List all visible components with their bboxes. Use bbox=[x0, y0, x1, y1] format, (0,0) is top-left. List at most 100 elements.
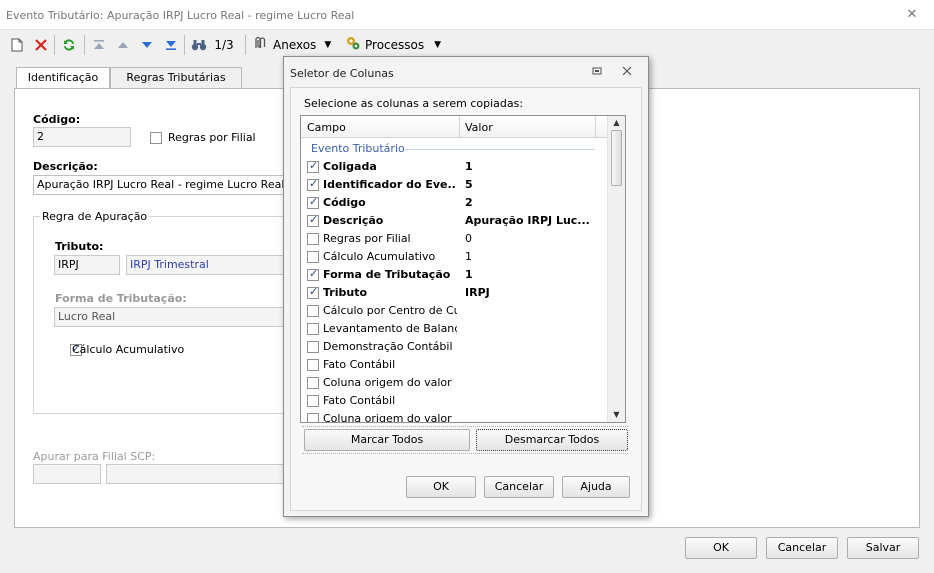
row-checkbox[interactable] bbox=[307, 413, 319, 422]
list-item[interactable]: Forma de Tributação 1 bbox=[301, 266, 607, 284]
processos-menu[interactable]: Processos ▼ bbox=[345, 35, 445, 55]
regra-apuracao-title: Regra de Apuração bbox=[40, 210, 150, 223]
row-valor: 1 bbox=[465, 268, 473, 281]
list-item[interactable]: Coligada 1 bbox=[301, 158, 607, 176]
row-checkbox[interactable] bbox=[307, 323, 319, 335]
dialog-title: Seletor de Colunas bbox=[290, 67, 394, 80]
list-item[interactable]: Cálculo por Centro de Custo bbox=[301, 302, 607, 320]
toolbar-separator bbox=[54, 35, 55, 55]
row-checkbox[interactable] bbox=[307, 341, 319, 353]
row-campo: Fato Contábil bbox=[323, 394, 396, 407]
descricao-field[interactable]: Apuração IRPJ Lucro Real - regime Lucro … bbox=[33, 175, 285, 195]
list-item[interactable]: Tributo IRPJ bbox=[301, 284, 607, 302]
next-record-icon[interactable] bbox=[137, 35, 157, 55]
tab-regras-tributarias[interactable]: Regras Tributárias bbox=[110, 67, 242, 89]
window-close-icon[interactable]: ✕ bbox=[904, 7, 920, 23]
row-checkbox[interactable] bbox=[307, 359, 319, 371]
row-valor: 1 bbox=[465, 160, 473, 173]
list-item[interactable]: Regras por Filial 0 bbox=[301, 230, 607, 248]
ok-button[interactable]: OK bbox=[685, 537, 757, 559]
last-record-icon[interactable] bbox=[161, 35, 181, 55]
scroll-up-icon[interactable]: ▲ bbox=[608, 116, 625, 130]
calculo-acumulativo-label: Cálculo Acumulativo bbox=[72, 343, 185, 356]
tab-identificacao[interactable]: Identificação bbox=[16, 67, 110, 90]
row-checkbox[interactable] bbox=[307, 267, 319, 281]
list-item[interactable]: Levantamento de Balanç... bbox=[301, 320, 607, 338]
anexos-menu[interactable]: Anexos ▼ bbox=[252, 35, 338, 55]
list-item[interactable]: Código 2 bbox=[301, 194, 607, 212]
row-checkbox[interactable] bbox=[307, 395, 319, 407]
first-record-icon[interactable] bbox=[89, 35, 109, 55]
columns-list[interactable]: Campo Valor Evento Tributário Coligada1I… bbox=[300, 115, 626, 423]
list-item[interactable]: Identificador do Eve... 5 bbox=[301, 176, 607, 194]
row-checkbox[interactable] bbox=[307, 177, 319, 191]
chevron-down-icon: ▼ bbox=[324, 40, 332, 50]
new-document-icon[interactable] bbox=[8, 35, 26, 55]
list-header: Campo Valor bbox=[301, 116, 607, 138]
dialog-ok-button[interactable]: OK bbox=[406, 476, 476, 498]
marcar-todos-button[interactable]: Marcar Todos bbox=[304, 429, 470, 451]
row-checkbox[interactable] bbox=[307, 195, 319, 209]
scroll-down-icon[interactable]: ▼ bbox=[608, 408, 625, 422]
row-checkbox[interactable] bbox=[307, 213, 319, 227]
list-item[interactable]: Cálculo Acumulativo 1 bbox=[301, 248, 607, 266]
row-campo: Código bbox=[323, 196, 366, 209]
chevron-down-icon: ▼ bbox=[434, 40, 442, 50]
list-item[interactable]: Fato Contábil bbox=[301, 356, 607, 374]
apurar-filial-scp-label: Apurar para Filial SCP: bbox=[33, 450, 156, 463]
row-checkbox[interactable] bbox=[307, 377, 319, 389]
column-divider bbox=[459, 116, 460, 138]
toolbar-separator bbox=[184, 35, 185, 55]
row-campo: Coluna origem do valor bbox=[323, 376, 452, 389]
list-scrollbar[interactable]: ▲ ▼ bbox=[607, 116, 625, 422]
binoculars-icon[interactable] bbox=[189, 35, 209, 55]
list-item[interactable]: Fato Contábil bbox=[301, 392, 607, 410]
row-checkbox[interactable] bbox=[307, 159, 319, 173]
row-campo: Identificador do Eve... bbox=[323, 178, 457, 191]
forma-tributacao-label: Forma de Tributação: bbox=[55, 292, 187, 305]
regras-por-filial-checkbox[interactable] bbox=[150, 132, 162, 144]
row-campo: Demonstração Contábil bbox=[323, 340, 453, 353]
row-valor: Apuração IRPJ Luc... bbox=[465, 214, 590, 227]
row-campo: Fato Contábil bbox=[323, 358, 396, 371]
dialog-ajuda-button[interactable]: Ajuda bbox=[562, 476, 630, 498]
list-item[interactable]: Coluna origem do valor bbox=[301, 374, 607, 392]
list-item[interactable]: Demonstração Contábil bbox=[301, 338, 607, 356]
tributo-code-field[interactable]: IRPJ bbox=[54, 255, 120, 275]
codigo-field[interactable]: 2 bbox=[33, 127, 131, 147]
row-valor: 1 bbox=[465, 250, 472, 263]
divider bbox=[302, 453, 628, 454]
regras-por-filial-label: Regras por Filial bbox=[168, 131, 256, 144]
seletor-colunas-dialog: Seletor de Colunas Selecione as colunas … bbox=[283, 56, 649, 517]
column-divider bbox=[595, 116, 596, 138]
codigo-label: Código: bbox=[33, 113, 81, 126]
group-divider bbox=[405, 149, 595, 150]
col-valor-header[interactable]: Valor bbox=[465, 121, 493, 134]
previous-record-icon[interactable] bbox=[113, 35, 133, 55]
row-checkbox[interactable] bbox=[307, 251, 319, 263]
row-checkbox[interactable] bbox=[307, 285, 319, 299]
toolbar-separator bbox=[245, 35, 246, 55]
scroll-thumb[interactable] bbox=[611, 130, 622, 186]
delete-icon[interactable] bbox=[32, 35, 50, 55]
cancelar-button[interactable]: Cancelar bbox=[766, 537, 838, 559]
anexos-label: Anexos bbox=[273, 38, 317, 52]
window-titlebar: Evento Tributário: Apuração IRPJ Lucro R… bbox=[0, 0, 934, 30]
row-campo: Cálculo Acumulativo bbox=[323, 250, 436, 263]
col-campo-header[interactable]: Campo bbox=[307, 121, 346, 134]
salvar-button[interactable]: Salvar bbox=[847, 537, 919, 559]
row-campo: Coligada bbox=[323, 160, 377, 173]
row-campo: Coluna origem do valor bbox=[323, 412, 452, 423]
list-item[interactable]: Coluna origem do valor bbox=[301, 410, 607, 423]
dialog-close-icon[interactable] bbox=[620, 66, 634, 80]
divider bbox=[302, 426, 628, 427]
restore-icon[interactable] bbox=[590, 66, 604, 80]
dialog-cancelar-button[interactable]: Cancelar bbox=[484, 476, 554, 498]
dialog-instruction: Selecione as colunas a serem copiadas: bbox=[304, 97, 524, 110]
processes-icon bbox=[345, 35, 361, 55]
desmarcar-todos-button[interactable]: Desmarcar Todos bbox=[476, 429, 628, 451]
list-item[interactable]: Descrição Apuração IRPJ Luc... bbox=[301, 212, 607, 230]
row-checkbox[interactable] bbox=[307, 305, 319, 317]
row-checkbox[interactable] bbox=[307, 233, 319, 245]
refresh-icon[interactable] bbox=[59, 35, 79, 55]
